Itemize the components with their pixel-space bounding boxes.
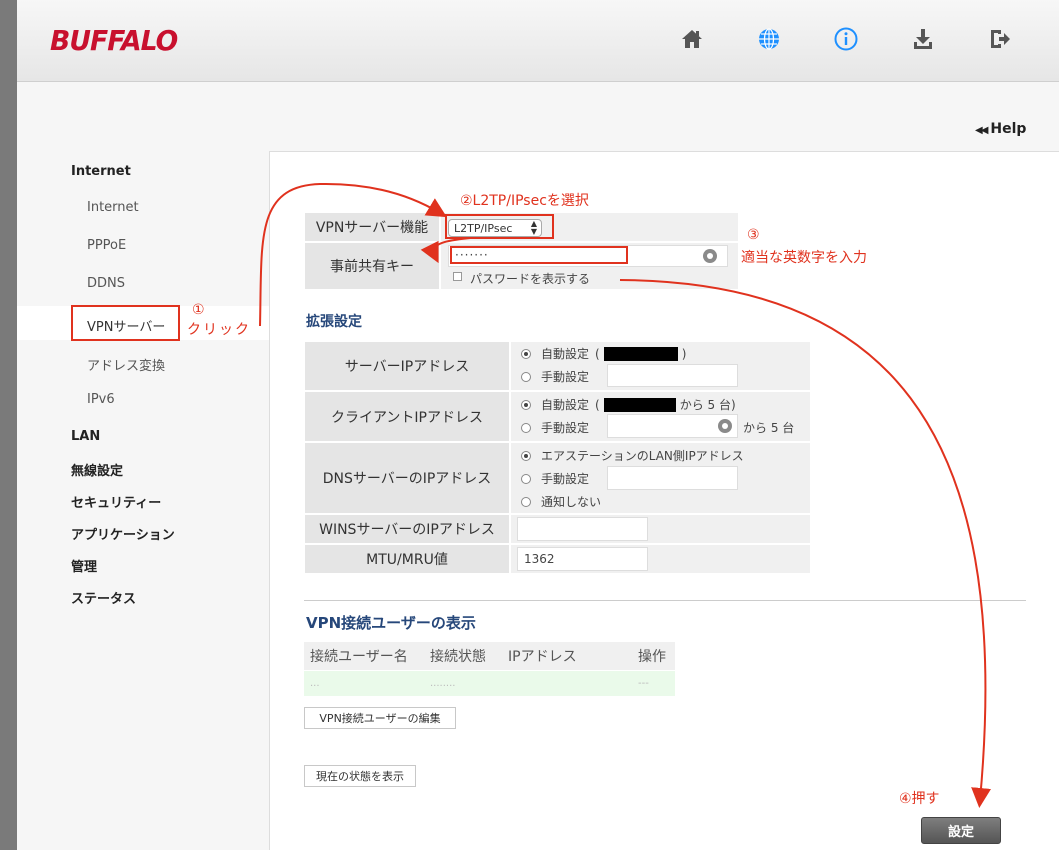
- client-ip-auto-option[interactable]: 自動設定 ( から 5 台): [521, 396, 736, 413]
- annotation-step3-number: ③: [747, 227, 760, 243]
- top-bar: BUFFALO: [17, 0, 1059, 82]
- radio-button[interactable]: [521, 371, 531, 382]
- radio-button[interactable]: [521, 496, 531, 507]
- vpn-users-title: VPN接続ユーザーの表示: [306, 614, 476, 632]
- paren-close: ): [681, 346, 687, 361]
- help-toggle[interactable]: ◀◀ Help: [975, 121, 1026, 137]
- paren-open: (: [595, 346, 600, 361]
- cell-state: ........: [424, 671, 502, 696]
- logout-icon[interactable]: [987, 26, 1013, 52]
- show-status-button[interactable]: 現在の状態を表示: [304, 765, 416, 787]
- sidebar-head-applications[interactable]: アプリケーション: [71, 524, 175, 543]
- option-label: 手動設定: [541, 370, 590, 384]
- reveal-password-icon[interactable]: [703, 249, 717, 263]
- radio-button[interactable]: [521, 399, 531, 410]
- option-label: 手動設定: [541, 421, 590, 435]
- double-left-arrow-icon: ◀◀: [975, 125, 988, 136]
- mtu-input[interactable]: 1362: [517, 547, 648, 571]
- cell-action: ---: [632, 671, 675, 696]
- extended-settings-title: 拡張設定: [306, 314, 362, 330]
- divider: [304, 600, 1026, 601]
- annotation-step1-number: ①: [192, 302, 205, 318]
- annotation-step3: 適当な英数字を入力: [741, 250, 867, 266]
- radio-button[interactable]: [521, 422, 531, 433]
- info-icon[interactable]: [833, 26, 859, 52]
- sidebar-item-ddns[interactable]: DDNS: [87, 276, 125, 291]
- dns-label: DNSサーバーのIPアドレス: [304, 442, 510, 514]
- cell-username: ...: [304, 671, 424, 696]
- cell-ip: [502, 671, 632, 696]
- client-ip-manual-option[interactable]: 手動設定: [521, 419, 589, 436]
- col-action: 操作: [632, 642, 675, 670]
- sidebar-item-internet[interactable]: Internet: [87, 200, 139, 215]
- radio-button[interactable]: [521, 450, 531, 461]
- paren-open: (: [595, 397, 600, 412]
- dns-none-option[interactable]: 通知しない: [521, 493, 601, 510]
- redacted-value: [603, 397, 676, 412]
- reveal-icon[interactable]: [718, 419, 732, 433]
- client-ip-range-suffix: から 5 台: [743, 421, 795, 435]
- redacted-value: [603, 346, 678, 361]
- col-state: 接続状態: [424, 642, 502, 670]
- psk-label: 事前共有キー: [304, 242, 440, 290]
- annotation-box-vpn-server: [71, 305, 180, 341]
- dns-manual-input[interactable]: [607, 466, 738, 490]
- save-button[interactable]: 設定: [921, 817, 1001, 844]
- option-label: エアステーションのLAN側IPアドレス: [541, 449, 744, 463]
- col-ip: IPアドレス: [502, 642, 632, 670]
- wins-input[interactable]: [517, 517, 648, 541]
- show-password-checkbox[interactable]: [453, 272, 462, 281]
- help-label: Help: [990, 121, 1027, 137]
- annotation-box-vpn-function: [445, 214, 554, 239]
- globe-icon[interactable]: [756, 26, 782, 52]
- wins-label: WINSサーバーのIPアドレス: [304, 514, 510, 544]
- sidebar-item-pppoe[interactable]: PPPoE: [87, 238, 126, 253]
- server-ip-manual-input[interactable]: [607, 364, 738, 387]
- brand-logo: BUFFALO: [50, 24, 178, 57]
- option-label: 自動設定: [541, 398, 590, 412]
- sidebar-head-security[interactable]: セキュリティー: [71, 492, 161, 511]
- sidebar-head-admin[interactable]: 管理: [71, 556, 97, 575]
- radio-button[interactable]: [521, 473, 531, 484]
- radio-button[interactable]: [521, 348, 531, 359]
- home-icon[interactable]: [679, 26, 705, 52]
- range-suffix: から 5 台): [679, 398, 736, 412]
- annotation-step4: ④押す: [899, 791, 940, 807]
- sidebar-head-internet[interactable]: Internet: [71, 164, 131, 179]
- dns-manual-option[interactable]: 手動設定: [521, 470, 589, 487]
- option-label: 手動設定: [541, 472, 590, 486]
- server-ip-auto-option[interactable]: 自動設定 (): [521, 345, 686, 362]
- sidebar-head-status[interactable]: ステータス: [71, 588, 136, 607]
- server-ip-label: サーバーIPアドレス: [304, 341, 510, 391]
- edit-vpn-users-button[interactable]: VPN接続ユーザーの編集: [304, 707, 456, 729]
- download-icon[interactable]: [910, 26, 936, 52]
- show-password-label[interactable]: パスワードを表示する: [470, 270, 590, 287]
- option-label: 通知しない: [541, 495, 602, 509]
- annotation-step2: ②L2TP/IPsecを選択: [460, 193, 589, 209]
- client-ip-label: クライアントIPアドレス: [304, 391, 510, 442]
- option-label: 自動設定: [541, 347, 590, 361]
- dns-lan-option[interactable]: エアステーションのLAN側IPアドレス: [521, 447, 744, 464]
- sidebar-item-ipv6[interactable]: IPv6: [87, 392, 115, 407]
- annotation-step1: クリック: [187, 322, 251, 338]
- annotation-box-psk: [450, 246, 628, 264]
- sidebar-head-wireless[interactable]: 無線設定: [71, 460, 123, 479]
- router-admin-window: BUFFALO ◀◀ Help Internet Internet PPPoE D…: [17, 0, 1059, 850]
- col-username: 接続ユーザー名: [304, 642, 424, 670]
- vpn-function-label: VPNサーバー機能: [304, 212, 440, 242]
- mtu-label: MTU/MRU値: [304, 544, 510, 574]
- server-ip-manual-option[interactable]: 手動設定: [521, 368, 589, 385]
- sidebar-head-lan[interactable]: LAN: [71, 429, 100, 444]
- sidebar-item-address-translation[interactable]: アドレス変換: [87, 355, 165, 374]
